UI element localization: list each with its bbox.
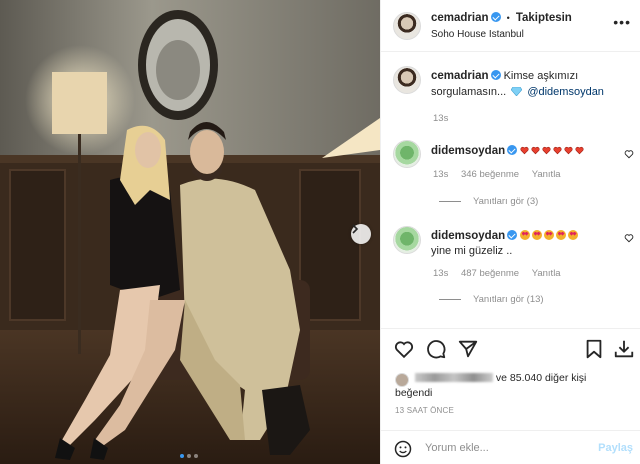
- author-username[interactable]: cemadrian: [431, 12, 489, 24]
- liker-username-blurred[interactable]: [415, 373, 493, 382]
- comment-heart-icon[interactable]: [624, 233, 634, 243]
- heart-eyes-emoji-icon: [520, 230, 531, 240]
- heart-eyes-emoji-icon: [520, 230, 580, 242]
- comment-time: 13s: [433, 169, 449, 180]
- post-photo-illustration: [0, 0, 380, 464]
- heart-emoji-icon: [520, 146, 529, 155]
- carousel-indicator: [180, 454, 198, 458]
- comment-username[interactable]: didemsoydan: [431, 230, 505, 242]
- follow-button[interactable]: Takiptesin: [516, 12, 572, 24]
- caption: cemadrian Kimse aşkımızı sorgulamasın...…: [431, 68, 631, 100]
- next-photo-button[interactable]: [351, 224, 371, 244]
- heart-emoji-icon: [575, 146, 584, 155]
- comment-likes[interactable]: 346 beğenme: [461, 169, 519, 180]
- emoji-icon[interactable]: [393, 439, 413, 459]
- post-photo[interactable]: [0, 0, 380, 464]
- comment-bar: Paylaş: [381, 430, 640, 464]
- caption-username[interactable]: cemadrian: [431, 70, 489, 82]
- caption-time: 13s: [433, 113, 449, 124]
- heart-eyes-emoji-icon: [556, 230, 567, 240]
- comment-meta: 13s 346 beğenme Yanıtla: [433, 169, 561, 180]
- post-header: cemadrian • Takiptesin Soho House Istanb…: [381, 0, 640, 52]
- comment-time: 13s: [433, 268, 449, 279]
- comment-meta: 13s 487 beğenme Yanıtla: [433, 268, 561, 279]
- diamond-emoji-icon: [511, 87, 523, 96]
- share-icon[interactable]: [457, 338, 479, 360]
- post-details-panel: cemadrian • Takiptesin Soho House Istanb…: [380, 0, 640, 464]
- comment-avatar[interactable]: [393, 226, 421, 254]
- reply-button[interactable]: Yanıtla: [532, 268, 561, 279]
- more-icon[interactable]: •••: [613, 14, 631, 30]
- carousel-dot-active: [180, 454, 184, 458]
- divider: [381, 328, 640, 329]
- verified-icon: [490, 70, 501, 80]
- likes-summary: ve 85.040 diğer kişi beğendi: [395, 371, 635, 401]
- caption-avatar[interactable]: [393, 66, 421, 94]
- verified-icon: [507, 230, 518, 240]
- post-time-ago: 13 SAAT ÖNCE: [395, 406, 455, 415]
- author-avatar[interactable]: [393, 12, 421, 40]
- chevron-right-icon: [352, 224, 359, 234]
- view-replies-button[interactable]: Yanıtları gör (3): [433, 196, 538, 207]
- carousel-dot: [194, 454, 198, 458]
- comment-heart-icon[interactable]: [624, 149, 634, 159]
- download-icon[interactable]: [613, 338, 635, 360]
- heart-eyes-emoji-icon: [532, 230, 543, 240]
- comment-body: didemsoydan: [431, 144, 611, 158]
- comment-body: didemsoydan yine mi güzeliz ..: [431, 229, 611, 259]
- heart-icon[interactable]: [393, 338, 415, 360]
- heart-eyes-emoji-icon: [544, 230, 555, 240]
- view-replies-button[interactable]: Yanıtları gör (13): [433, 294, 544, 305]
- reply-button[interactable]: Yanıtla: [532, 169, 561, 180]
- heart-emoji-icon: [553, 146, 562, 155]
- comment-likes[interactable]: 487 beğenme: [461, 268, 519, 279]
- comment-icon[interactable]: [425, 338, 447, 360]
- bookmark-icon[interactable]: [583, 338, 605, 360]
- comment-avatar[interactable]: [393, 140, 421, 168]
- header-separator: •: [506, 13, 510, 23]
- heart-emoji-icon: [564, 146, 573, 155]
- verified-icon: [490, 12, 501, 22]
- heart-emoji-icon: [531, 146, 540, 155]
- heart-emoji-icon: [542, 146, 551, 155]
- verified-icon: [507, 145, 518, 155]
- heart-eyes-emoji-icon: [568, 230, 579, 240]
- instagram-post-modal: cemadrian • Takiptesin Soho House Istanb…: [0, 0, 640, 464]
- comment-text: yine mi güzeliz ..: [431, 245, 513, 257]
- heart-emoji-icon: [520, 145, 586, 157]
- likes-suffix: beğendi: [395, 387, 433, 399]
- carousel-dot: [187, 454, 191, 458]
- likes-count[interactable]: ve 85.040 diğer kişi: [496, 372, 586, 384]
- comment-input[interactable]: [425, 439, 595, 457]
- post-actions: [381, 338, 640, 366]
- caption-mention[interactable]: @didemsoydan: [527, 86, 604, 98]
- post-location[interactable]: Soho House Istanbul: [431, 29, 524, 40]
- comment-username[interactable]: didemsoydan: [431, 145, 505, 157]
- post-comment-button[interactable]: Paylaş: [598, 442, 633, 454]
